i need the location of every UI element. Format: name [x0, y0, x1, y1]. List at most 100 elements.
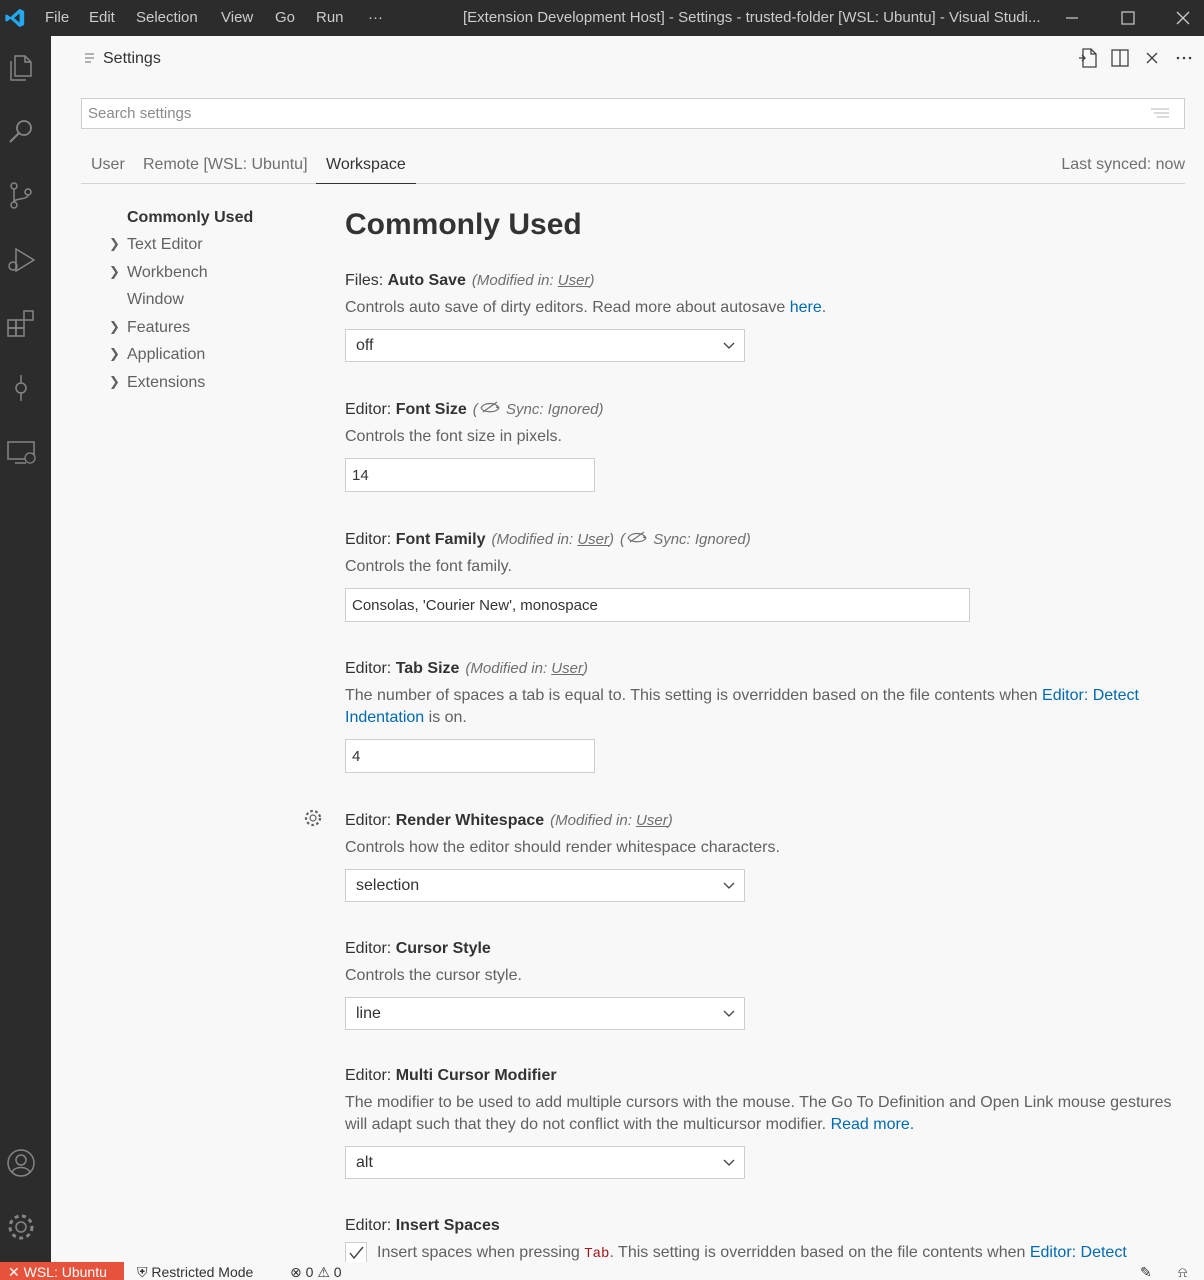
menu-selection[interactable]: Selection: [136, 9, 198, 26]
chevron-right-icon[interactable]: ❯: [109, 346, 120, 362]
setting-name: Auto Save: [387, 272, 466, 289]
modified-link[interactable]: User: [558, 272, 590, 289]
close-editor-icon[interactable]: [1140, 46, 1164, 70]
render-whitespace-select[interactable]: selection: [345, 869, 745, 902]
settings-scope-tabs: User Remote [WSL: Ubuntu] Workspace Last…: [81, 144, 1185, 184]
menu-go[interactable]: Go: [275, 9, 295, 26]
auto-save-select[interactable]: off: [345, 329, 745, 362]
sync-ignored-indicator: ( Sync: Ignored): [472, 401, 604, 418]
error-icon: ⊗: [290, 1264, 302, 1280]
toc-workbench[interactable]: Workbench: [127, 264, 208, 282]
active-tab-indicator: [316, 183, 416, 184]
setting-category: Editor:: [345, 1067, 396, 1084]
manage-gear-icon[interactable]: [0, 1202, 51, 1250]
setting-name: Tab Size: [395, 660, 460, 677]
menu-more[interactable]: ···: [368, 9, 383, 26]
chevron-right-icon[interactable]: ❯: [109, 374, 120, 390]
chevron-right-icon[interactable]: ❯: [109, 236, 120, 252]
setting-title: Files: Auto Save (Modified in: User): [345, 272, 1175, 290]
modified-indicator: (Modified in: User): [491, 531, 615, 548]
font-size-input[interactable]: 14: [345, 458, 595, 492]
extensions-icon[interactable]: [0, 298, 51, 346]
font-family-input[interactable]: Consolas, 'Courier New', monospace: [345, 588, 970, 622]
settings-editor: Settings User Remote [WSL: Ubuntu] Works…: [51, 36, 1204, 1264]
bell-icon[interactable]: ⍾: [1178, 1264, 1187, 1280]
filter-icon[interactable]: [1150, 107, 1170, 121]
setting-title: Editor: Render Whitespace (Modified in: U…: [345, 812, 1175, 830]
search-icon[interactable]: [0, 106, 51, 154]
search-settings: [81, 98, 1185, 129]
toc-window[interactable]: Window: [127, 291, 184, 309]
setting-description: Controls the font family.: [345, 558, 512, 575]
detect-indentation-link[interactable]: Editor: Detect: [1030, 1244, 1127, 1261]
read-more-link[interactable]: Read more.: [831, 1116, 915, 1133]
setting-name: Render Whitespace: [395, 812, 545, 829]
more-actions-icon[interactable]: [1172, 46, 1196, 70]
setting-description: The number of spaces a tab is equal to. …: [345, 687, 1139, 726]
setting-category: Files:: [345, 272, 388, 289]
tab-size-input[interactable]: 4: [345, 739, 595, 773]
source-control-icon[interactable]: [0, 170, 51, 218]
close-window-icon[interactable]: [1168, 6, 1198, 30]
tab-remote[interactable]: Remote [WSL: Ubuntu]: [143, 156, 308, 174]
toc-commonly-used[interactable]: Commonly Used: [127, 209, 253, 227]
cursor-style-select[interactable]: line: [345, 997, 745, 1030]
chevron-down-icon: [723, 342, 735, 349]
multi-cursor-select[interactable]: alt: [345, 1146, 745, 1179]
setting-cursor-style: Editor: Cursor Style Controls the cursor…: [345, 940, 1175, 1030]
setting-name: Font Family: [395, 531, 486, 548]
tab-workspace[interactable]: Workspace: [326, 156, 406, 174]
setting-render-whitespace: Editor: Render Whitespace (Modified in: U…: [304, 809, 1175, 902]
select-value: line: [356, 1005, 381, 1022]
menu-run[interactable]: Run: [316, 9, 344, 26]
modified-link[interactable]: User: [551, 660, 583, 677]
remote-indicator[interactable]: ✕ WSL: Ubuntu: [0, 1262, 124, 1280]
activity-bar: [0, 36, 51, 1262]
select-value: alt: [356, 1154, 373, 1171]
toc-features[interactable]: Features: [127, 319, 190, 337]
title-bar: File Edit Selection View Go Run ··· [Ext…: [0, 0, 1204, 36]
run-debug-icon[interactable]: [0, 234, 51, 282]
accounts-icon[interactable]: [0, 1138, 51, 1186]
feedback-icon[interactable]: ✎: [1140, 1264, 1152, 1280]
chevron-right-icon[interactable]: ❯: [109, 264, 120, 280]
sync-ignored-icon: [627, 531, 647, 543]
chevron-down-icon: [723, 882, 735, 889]
setting-name: Font Size: [395, 401, 467, 418]
chevron-right-icon[interactable]: ❯: [109, 319, 120, 335]
chevron-down-icon: [723, 1159, 735, 1166]
timeline-icon[interactable]: [0, 362, 51, 410]
menu-edit[interactable]: Edit: [89, 9, 115, 26]
warning-icon: ⚠: [317, 1264, 330, 1280]
toc-extensions[interactable]: Extensions: [127, 374, 205, 392]
toc-text-editor[interactable]: Text Editor: [127, 236, 203, 254]
insert-spaces-checkbox[interactable]: [345, 1242, 367, 1264]
setting-font-family: Editor: Font Family (Modified in: User) ( …: [345, 530, 1175, 622]
setting-font-size: Editor: Font Size ( Sync: Ignored) Contro…: [345, 400, 1175, 492]
shield-icon: ⛨: [137, 1264, 148, 1280]
search-settings-input[interactable]: [82, 99, 1184, 128]
settings-file-icon: [85, 53, 94, 63]
setting-gear-icon[interactable]: [303, 808, 323, 828]
minimize-icon[interactable]: [1057, 6, 1087, 30]
status-bar: ✕ WSL: Ubuntu ⛨ Restricted Mode ⊗ 0 ⚠ 0 …: [0, 1262, 1204, 1280]
explorer-icon[interactable]: [0, 42, 51, 90]
problems-indicator[interactable]: ⊗ 0 ⚠ 0: [290, 1264, 342, 1280]
autosave-link[interactable]: here: [790, 299, 822, 316]
maximize-icon[interactable]: [1113, 6, 1143, 30]
modified-link[interactable]: User: [636, 812, 668, 829]
modified-link[interactable]: User: [577, 531, 609, 548]
select-value: off: [356, 337, 374, 354]
menu-view[interactable]: View: [221, 9, 253, 26]
toc-application[interactable]: Application: [127, 346, 205, 364]
chevron-down-icon: [723, 1010, 735, 1017]
open-settings-json-icon[interactable]: [1076, 46, 1100, 70]
split-editor-icon[interactable]: [1108, 46, 1132, 70]
restricted-mode-indicator[interactable]: ⛨ Restricted Mode: [137, 1264, 253, 1280]
tab-user[interactable]: User: [91, 156, 125, 174]
editor-tab-title[interactable]: Settings: [103, 50, 161, 68]
remote-explorer-icon[interactable]: [0, 426, 51, 474]
menu-file[interactable]: File: [45, 9, 69, 26]
setting-title: Editor: Multi Cursor Modifier: [345, 1067, 1175, 1085]
sync-ignored-indicator: ( Sync: Ignored): [620, 531, 751, 548]
